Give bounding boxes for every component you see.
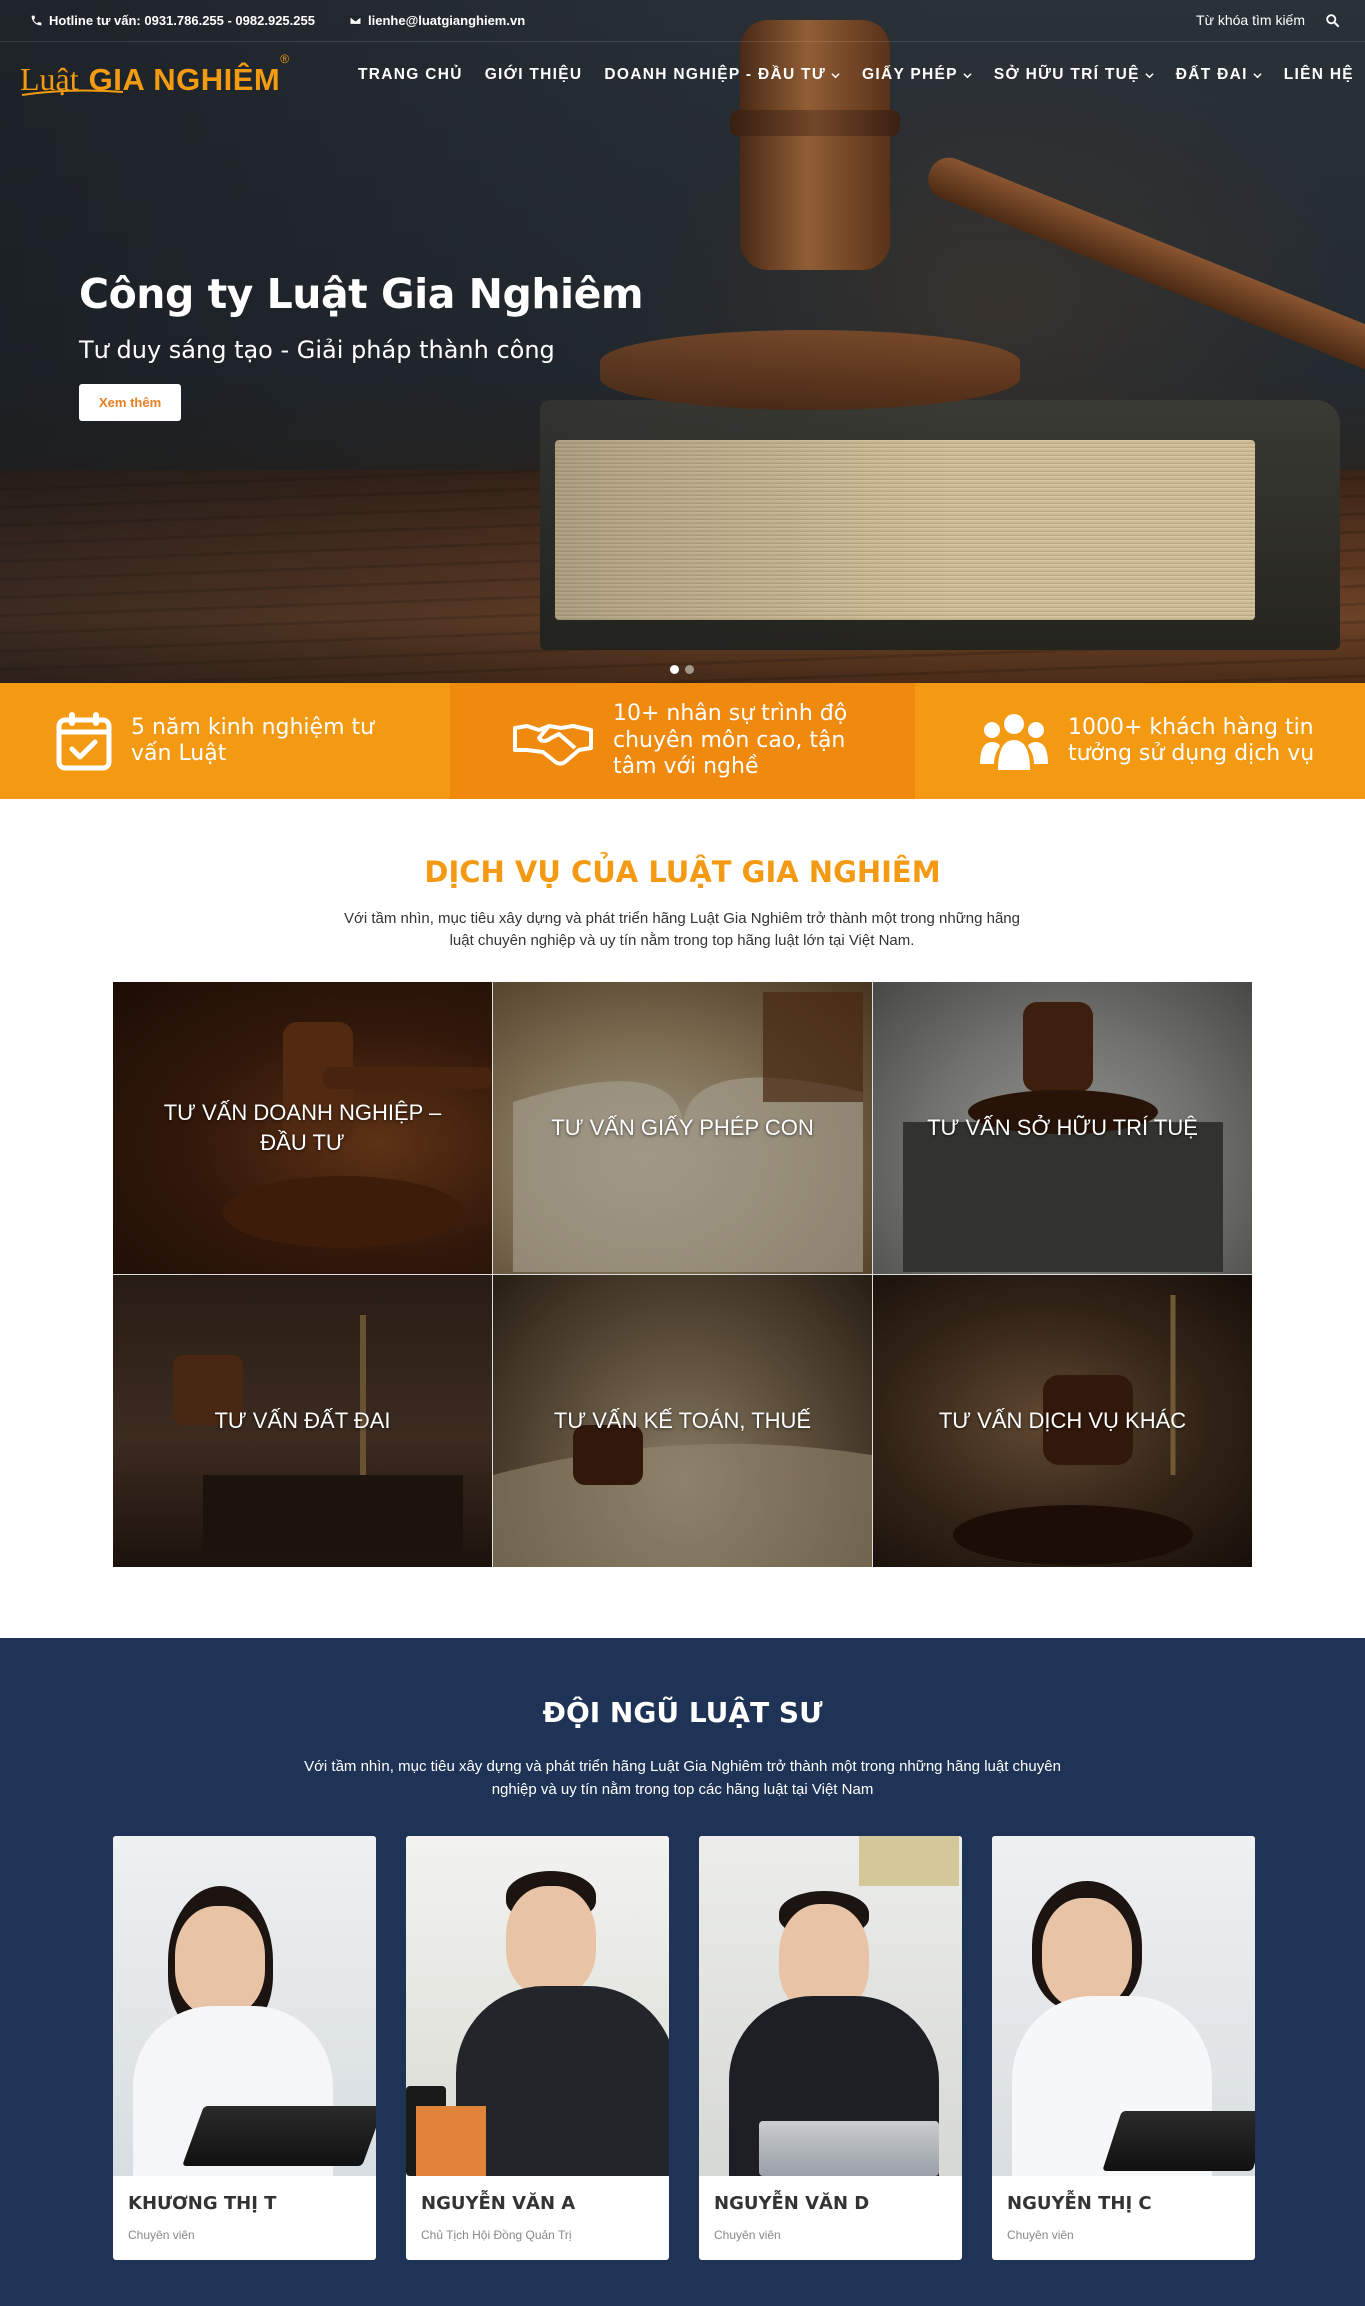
services-title: DỊCH VỤ CỦA LUẬT GIA NGHIÊM	[424, 855, 941, 889]
search-input[interactable]	[1185, 12, 1305, 28]
search-icon[interactable]	[1325, 13, 1340, 28]
service-tile-label: TƯ VẤN DOANH NGHIỆP – ĐẦU TƯ	[163, 1100, 442, 1155]
chevron-down-icon	[831, 72, 840, 78]
search-box	[1185, 12, 1340, 28]
nav-item-contact[interactable]: LIÊN HỆ	[1284, 66, 1354, 84]
logo-registered-mark: ®	[280, 52, 290, 66]
service-tile-ip[interactable]: TƯ VẤN SỞ HỮU TRÍ TUỆ	[873, 982, 1252, 1274]
nav-label: TRANG CHỦ	[358, 66, 463, 83]
team-member-role: Chuyên viên	[1007, 2228, 1074, 2242]
nav-item-license[interactable]: GIẤY PHÉP	[862, 66, 972, 84]
nav-label: SỞ HỮU TRÍ TUỆ	[993, 66, 1140, 83]
service-tile-label: TƯ VẤN SỞ HỮU TRÍ TUỆ	[927, 1115, 1198, 1141]
service-tile-label: TƯ VẤN ĐẤT ĐAI	[214, 1408, 391, 1434]
hero-caption: Công ty Luật Gia Nghiêm Tư duy sáng tạo …	[79, 270, 644, 421]
service-tile-label: TƯ VẤN KẾ TOÁN, THUẾ	[553, 1408, 812, 1434]
team-member-photo	[699, 1836, 962, 2176]
logo-swoosh-icon	[21, 89, 124, 96]
main-nav: TRANG CHỦ GIỚI THIỆU DOANH NGHIỆP - ĐẦU …	[358, 66, 1354, 84]
team-member-card[interactable]: NGUYỄN VĂN A Chủ Tịch Hội Đồng Quản Trị	[406, 1836, 669, 2260]
team-member-card[interactable]: KHƯƠNG THỊ T Chuyên viên	[113, 1836, 376, 2260]
wall-frame	[859, 1836, 959, 1886]
users-icon	[980, 714, 1048, 770]
team-member-name: NGUYỄN VĂN A	[421, 2193, 576, 2214]
site-logo[interactable]: Luật GIA NGHIÊM ®	[20, 50, 289, 98]
team-member-role: Chuyên viên	[714, 2228, 781, 2242]
nav-label: LIÊN HỆ	[1283, 66, 1354, 83]
team-member-photo	[992, 1836, 1255, 2176]
topbar: Hotline tư vấn: 0931.786.255 - 0982.925.…	[0, 0, 1365, 42]
team-member-card[interactable]: NGUYỄN THỊ C Chuyên viên	[992, 1836, 1255, 2260]
desk-item	[416, 2106, 486, 2176]
team-member-role: Chủ Tịch Hội Đồng Quản Trị	[421, 2228, 572, 2242]
nav-label: ĐẤT ĐAI	[1175, 66, 1248, 83]
team-member-card[interactable]: NGUYỄN VĂN D Chuyên viên	[699, 1836, 962, 2260]
service-tile-other[interactable]: TƯ VẤN DỊCH VỤ KHÁC	[873, 1275, 1252, 1567]
services-description: Với tầm nhìn, mục tiêu xây dựng và phát …	[344, 910, 1020, 949]
nav-item-land[interactable]: ĐẤT ĐAI	[1176, 66, 1262, 84]
feature-experience: 5 năm kinh nghiệm tư vấn Luật	[0, 683, 450, 799]
services-grid: TƯ VẤN DOANH NGHIỆP – ĐẦU TƯ TƯ VẤN GIẤY…	[113, 982, 1252, 1567]
service-tile-license[interactable]: TƯ VẤN GIẤY PHÉP CON	[493, 982, 872, 1274]
hero-title: Công ty Luật Gia Nghiêm	[79, 270, 644, 318]
team-member-name: KHƯƠNG THỊ T	[128, 2193, 277, 2214]
hero-slider: Hotline tư vấn: 0931.786.255 - 0982.925.…	[0, 0, 1365, 683]
email[interactable]: lienhe@luatgianghiem.vn	[349, 13, 525, 28]
nav-item-business[interactable]: DOANH NGHIỆP - ĐẦU TƯ	[604, 66, 840, 84]
team-member-photo	[113, 1836, 376, 2176]
nav-item-home[interactable]: TRANG CHỦ	[358, 66, 463, 84]
team-member-photo	[406, 1836, 669, 2176]
chevron-down-icon	[1145, 72, 1154, 78]
email-text: lienhe@luatgianghiem.vn	[368, 13, 526, 28]
phone-icon	[31, 15, 42, 26]
nav-item-ip[interactable]: SỞ HỮU TRÍ TUỆ	[994, 66, 1154, 84]
nav-label: GIỚI THIỆU	[484, 66, 583, 83]
chevron-down-icon	[1253, 72, 1262, 78]
nav-label: GIẤY PHÉP	[861, 66, 958, 83]
nav-label: DOANH NGHIỆP - ĐẦU TƯ	[604, 66, 826, 83]
feature-text: 1000+ khách hàng tin tưởng sử dụng dịch …	[1068, 714, 1315, 766]
service-tile-label: TƯ VẤN DỊCH VỤ KHÁC	[938, 1408, 1187, 1434]
feature-strip: 5 năm kinh nghiệm tư vấn Luật 10+ nhân s…	[0, 683, 1365, 799]
team-member-role: Chuyên viên	[128, 2228, 195, 2242]
team-member-name: NGUYỄN THỊ C	[1007, 2193, 1152, 2214]
envelope-icon	[349, 16, 362, 25]
team-member-name: NGUYỄN VĂN D	[714, 2193, 870, 2214]
team-cards: KHƯƠNG THỊ T Chuyên viên NGUYỄN VĂN A Ch…	[113, 1836, 1255, 2260]
slider-dot-2[interactable]	[685, 665, 694, 674]
hero-subtitle: Tư duy sáng tạo - Giải pháp thành công	[79, 336, 555, 364]
feature-staff: 10+ nhân sự trình độ chuyên môn cao, tận…	[450, 683, 915, 799]
service-tile-business[interactable]: TƯ VẤN DOANH NGHIỆP – ĐẦU TƯ	[113, 982, 492, 1274]
hotline[interactable]: Hotline tư vấn: 0931.786.255 - 0982.925.…	[30, 13, 315, 28]
team-section: ĐỘI NGŨ LUẬT SƯ Với tầm nhìn, mục tiêu x…	[0, 1638, 1365, 2306]
calendar-check-icon	[56, 712, 112, 771]
slider-dot-1[interactable]	[670, 665, 679, 674]
service-tile-accounting[interactable]: TƯ VẤN KẾ TOÁN, THUẾ	[493, 1275, 872, 1567]
see-more-button[interactable]: Xem thêm	[79, 384, 182, 421]
service-tile-land[interactable]: TƯ VẤN ĐẤT ĐAI	[113, 1275, 492, 1567]
handshake-icon	[513, 724, 593, 766]
hotline-text: Hotline tư vấn: 0931.786.255 - 0982.925.…	[49, 13, 315, 28]
chevron-down-icon	[963, 72, 972, 78]
feature-text: 5 năm kinh nghiệm tư vấn Luật	[131, 714, 375, 766]
slider-dots	[670, 665, 694, 674]
feature-text: 10+ nhân sự trình độ chuyên môn cao, tận…	[613, 701, 848, 780]
feature-clients: 1000+ khách hàng tin tưởng sử dụng dịch …	[915, 683, 1365, 799]
team-description: Với tầm nhìn, mục tiêu xây dựng và phát …	[304, 1758, 1061, 1798]
service-tile-label: TƯ VẤN GIẤY PHÉP CON	[551, 1115, 814, 1141]
nav-item-about[interactable]: GIỚI THIỆU	[485, 66, 583, 84]
team-title: ĐỘI NGŨ LUẬT SƯ	[542, 1696, 823, 1729]
